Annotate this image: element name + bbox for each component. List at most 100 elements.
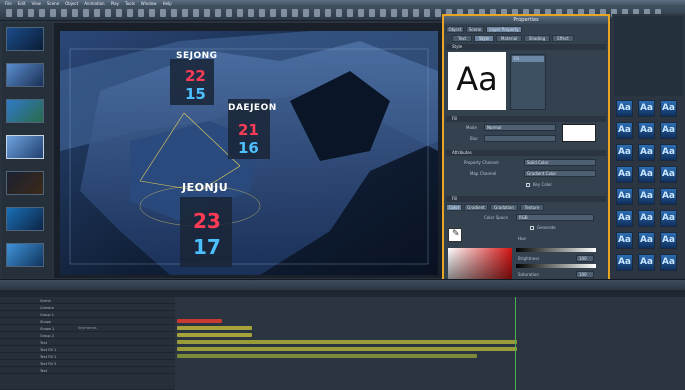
style-swatch[interactable]: Aa [638,100,655,117]
style-swatch[interactable]: Aa [638,188,655,205]
fill-color-swatch[interactable] [562,124,596,142]
scene-thumbnail[interactable] [6,63,44,87]
section-fill-header[interactable]: Fill [446,116,606,122]
style-swatch[interactable]: Aa [660,144,677,161]
style-swatch[interactable]: Aa [638,254,655,271]
menu-view[interactable]: View [31,1,41,6]
style-swatch[interactable]: Aa [616,210,633,227]
toolbar-tool-icon[interactable] [105,9,111,17]
color-tab-color[interactable]: Color [446,204,462,211]
menu-file[interactable]: File [5,1,12,6]
subtab-shading[interactable]: Shading [524,35,550,42]
style-swatch[interactable]: Aa [660,122,677,139]
toolbar-tool-icon[interactable] [336,9,342,17]
scene-thumbnail[interactable] [6,99,44,123]
scene-thumbnail[interactable] [6,171,44,195]
style-swatch[interactable]: Aa [616,254,633,271]
menu-play[interactable]: Play [111,1,119,6]
toolbar-tool-icon[interactable] [358,9,364,17]
menu-edit[interactable]: Edit [18,1,26,6]
timeline-keyframe-bar[interactable] [177,319,222,323]
timeline-layer-row[interactable]: Text Fill 2 [0,354,175,360]
toolbar-tool-icon[interactable] [270,9,276,17]
toolbar-tool-icon[interactable] [160,9,166,17]
toolbar-tool-icon[interactable] [39,9,45,17]
scene-thumbnail-selected[interactable] [6,135,44,159]
toolbar-tool-icon[interactable] [435,9,441,17]
toolbar-tool-icon[interactable] [94,9,100,17]
toolbar-tool-icon[interactable] [325,9,331,17]
toolbar-tool-icon[interactable] [182,9,188,17]
color-tab-gradation[interactable]: Gradation [490,204,518,211]
subtab-effect[interactable]: Effect [552,35,574,42]
tab-scene[interactable]: Scene [466,26,484,33]
section-color-header[interactable]: Fill [446,196,606,202]
tab-object[interactable]: Object [446,26,464,33]
timeline-layer-row[interactable]: Scene [0,298,175,304]
timeline-keyframe-bar[interactable] [177,354,477,358]
subtab-material[interactable]: Material [496,35,522,42]
timeline-keyframe-bar[interactable] [177,326,252,330]
key-color-checkbox[interactable] [526,183,530,187]
toolbar-tool-icon[interactable] [380,9,386,17]
toolbar-tool-icon[interactable] [369,9,375,17]
toolbar-tool-icon[interactable] [138,9,144,17]
toolbar-tool-icon[interactable] [292,9,298,17]
timeline-layer-row[interactable]: Group 2 [0,333,175,339]
toolbar-tool-icon[interactable] [6,9,12,17]
timeline-layer-row[interactable]: Shape [0,319,175,325]
menu-scene[interactable]: Scene [47,1,59,6]
timeline-layer-row[interactable]: Text Fill 3 [0,361,175,367]
hue-slider[interactable] [516,248,596,252]
menu-window[interactable]: Window [141,1,157,6]
toolbar-tool-icon[interactable] [61,9,67,17]
timeline-layer-row[interactable]: Group 1 [0,312,175,318]
style-list-item[interactable]: Fill [512,56,544,62]
map-channel-dropdown[interactable]: Gradient Color [524,170,596,177]
menu-object[interactable]: Object [65,1,78,6]
toolbar-tool-icon[interactable] [413,9,419,17]
style-swatch[interactable]: Aa [616,188,633,205]
toolbar-tool-icon[interactable] [83,9,89,17]
toolbar-tool-icon[interactable] [28,9,34,17]
mode-dropdown[interactable]: Normal [484,124,556,131]
toolbar-tool-icon[interactable] [116,9,122,17]
property-channel-dropdown[interactable]: Solid Color [524,159,596,166]
menu-animation[interactable]: Animation [84,1,104,6]
playhead[interactable] [515,297,516,390]
toolbar-tool-icon[interactable] [171,9,177,17]
toolbar-tool-icon[interactable] [215,9,221,17]
toolbar-tool-icon[interactable] [193,9,199,17]
subtab-text[interactable]: Text [452,35,472,42]
scene-thumbnail[interactable] [6,27,44,51]
toolbar-tool-icon[interactable] [237,9,243,17]
saturation-value[interactable]: 100 [576,271,594,278]
toolbar-tool-icon[interactable] [259,9,265,17]
timeline-layer-row[interactable]: Text [0,340,175,346]
style-swatch[interactable]: Aa [638,210,655,227]
timeline-keyframe-bar[interactable] [177,333,252,337]
toolbar-tool-icon[interactable] [303,9,309,17]
style-swatch[interactable]: Aa [660,100,677,117]
timeline-keyframe-bar[interactable] [177,347,517,351]
toolbar-tool-icon[interactable] [17,9,23,17]
style-swatch[interactable]: Aa [638,232,655,249]
style-swatch[interactable]: Aa [660,188,677,205]
style-swatch[interactable]: Aa [616,122,633,139]
toolbar-tool-icon[interactable] [204,9,210,17]
section-style-header[interactable]: Style [446,44,606,50]
generate-checkbox[interactable] [530,226,534,230]
timeline-layer-row[interactable]: Camera [0,305,175,311]
toolbar-tool-icon[interactable] [391,9,397,17]
menu-tools[interactable]: Tools [125,1,135,6]
style-swatch[interactable]: Aa [638,144,655,161]
timeline-layer-row[interactable]: Text [0,368,175,374]
menu-help[interactable]: Help [163,1,172,6]
style-swatch[interactable]: Aa [660,254,677,271]
section-attributes-header[interactable]: Attributes [446,150,606,156]
color-tab-gradient[interactable]: Gradient [464,204,488,211]
style-swatch[interactable]: Aa [616,166,633,183]
toolbar-tool-icon[interactable] [50,9,56,17]
toolbar-tool-icon[interactable] [281,9,287,17]
style-swatch[interactable]: Aa [638,122,655,139]
